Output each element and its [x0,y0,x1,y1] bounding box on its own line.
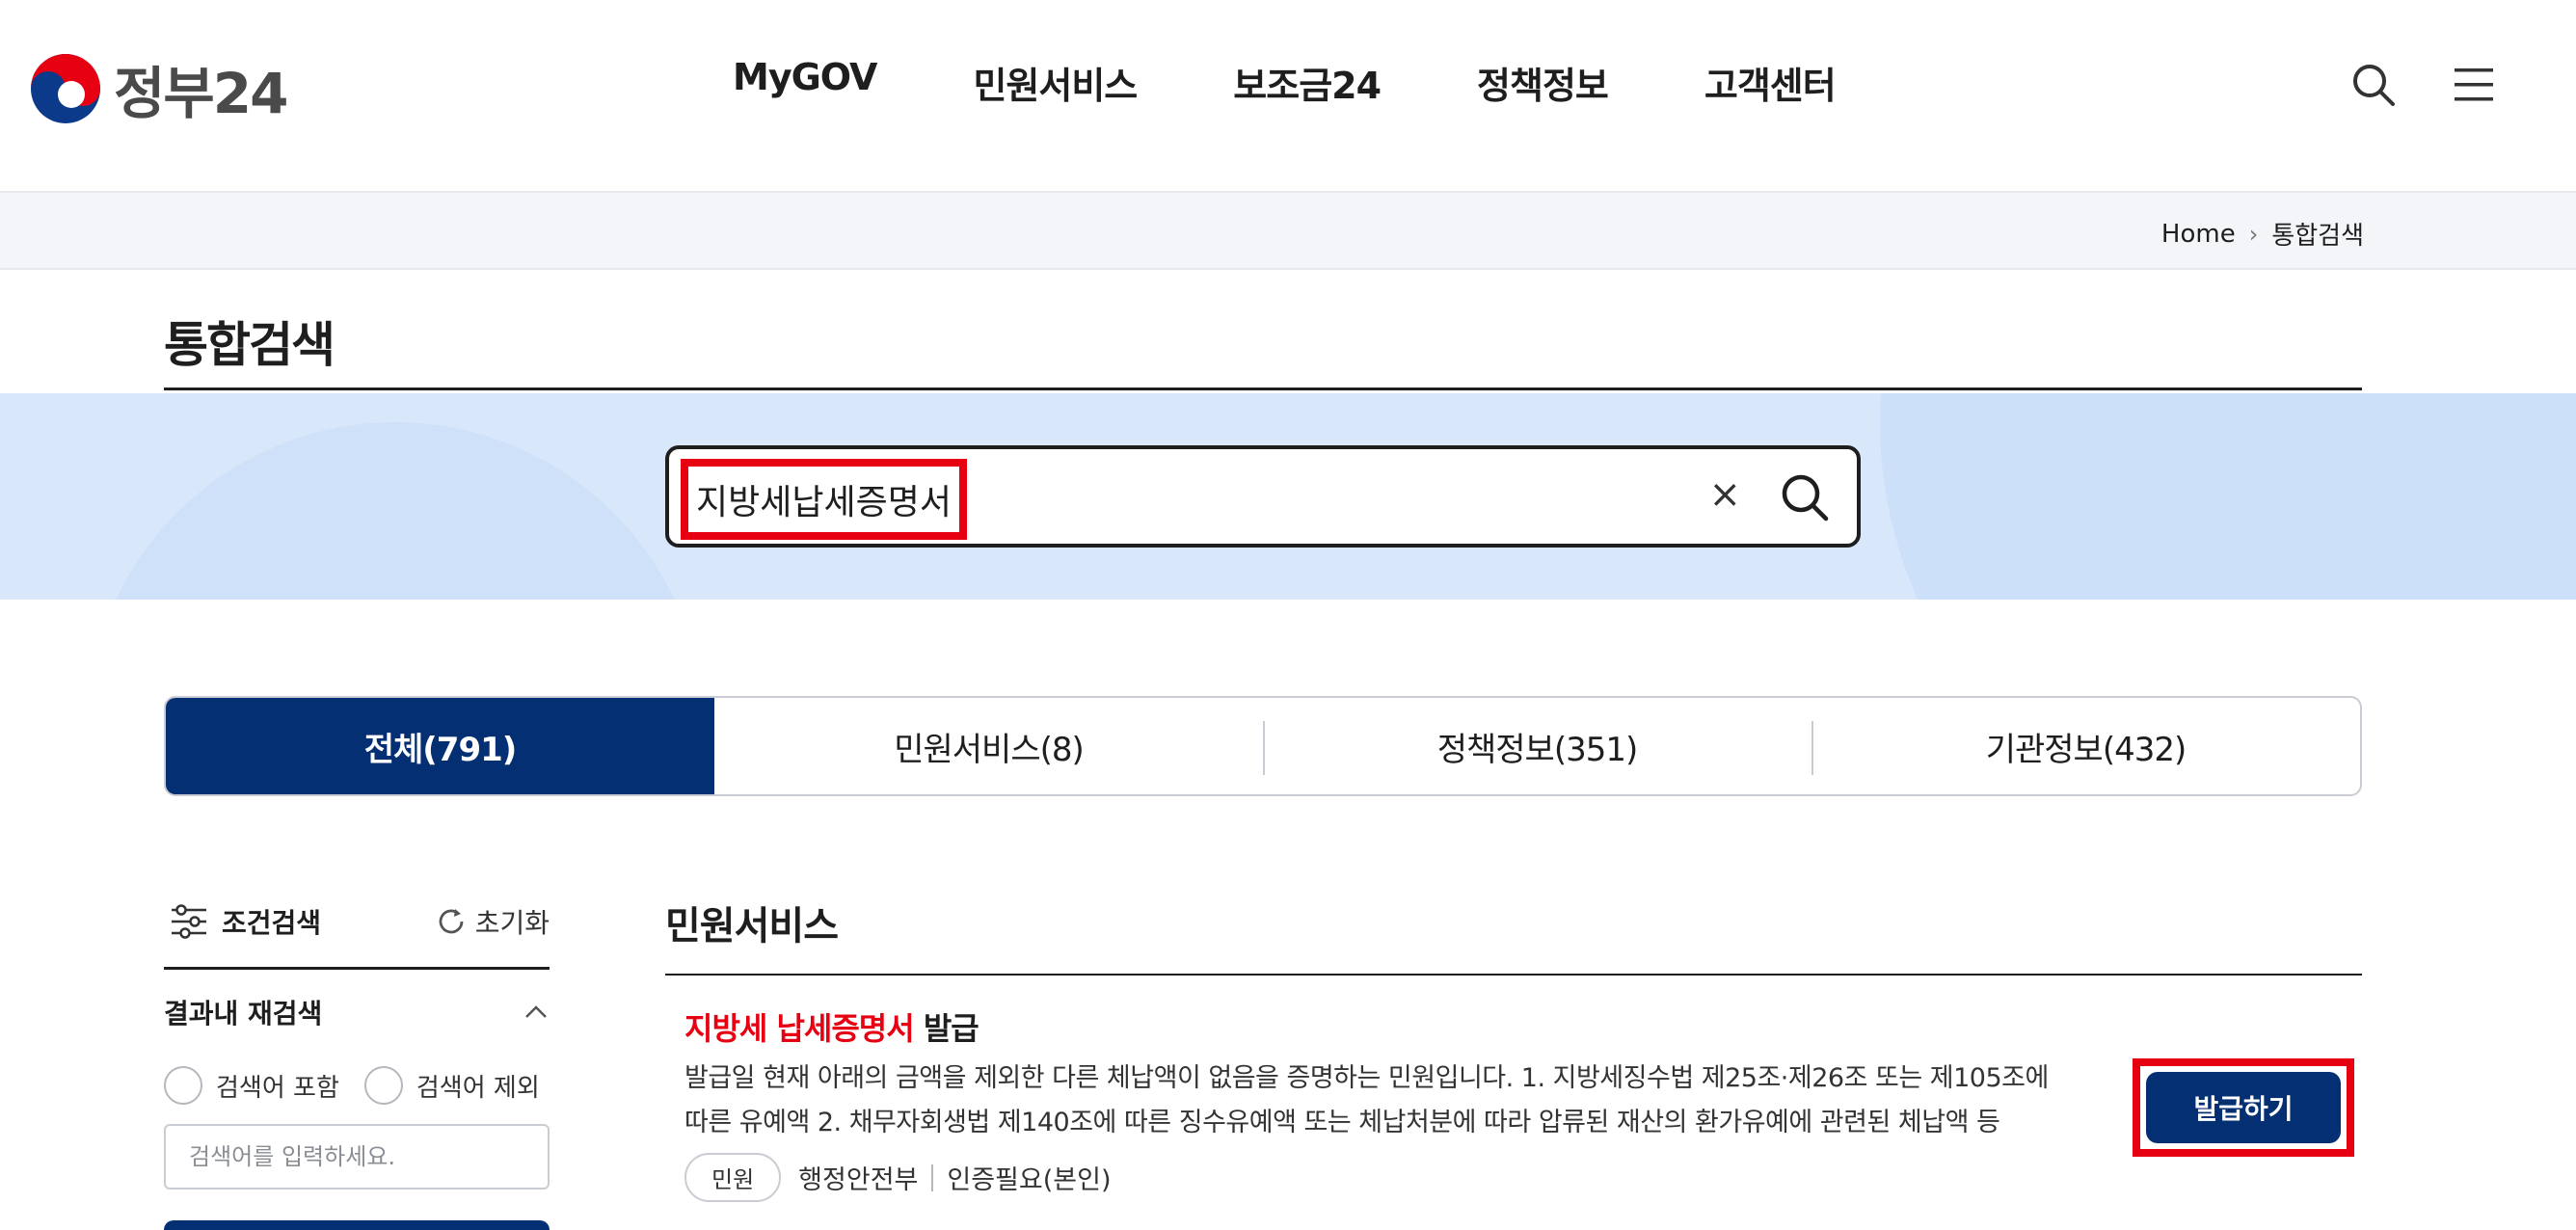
result-meta: 민원 행정안전부 인증필요(본인) [684,1153,1111,1202]
meta-divider [931,1163,934,1191]
breadcrumb-current: 통합검색 [2271,222,2364,251]
search-box[interactable]: 지방세납세증명서 × [665,445,1861,548]
header-search-button[interactable] [2348,60,2399,110]
decor-circle [1880,393,2576,600]
radio-exclude[interactable]: 검색어 제외 [363,1066,540,1105]
result-description: 발급일 현재 아래의 금액을 제외한 다른 체납액이 없음을 증명하는 민원입니… [684,1056,2092,1145]
reset-label: 초기화 [474,907,550,939]
nav-subsidy[interactable]: 보조금24 [1233,56,1382,109]
refine-search-input[interactable] [164,1124,550,1190]
nav-policy[interactable]: 정책정보 [1477,56,1609,109]
agency-label: 행정안전부 [798,1165,919,1195]
menu-icon [2455,68,2493,101]
filter-header: 조건검색 초기화 [164,896,550,970]
close-icon[interactable]: × [1708,472,1741,517]
result-desc-line: 발급일 현재 아래의 금액을 제외한 다른 체납액이 없음을 증명하는 민원입니… [684,1063,2049,1093]
search-band: 지방세납세증명서 × [0,393,2576,600]
chevron-up-icon [525,1005,547,1018]
nav-civil-service[interactable]: 민원서비스 [973,56,1138,109]
header-tools [2298,60,2499,110]
logo-text: 정부24 [114,61,288,126]
section-divider [665,974,2362,976]
tab-divider [1811,721,1813,775]
main-nav: MyGOV 민원서비스 보조금24 정책정보 고객센터 [733,56,1932,109]
nav-customer-center[interactable]: 고객센터 [1704,56,1837,109]
result-tabs: 전체(791) 민원서비스(8) 정책정보(351) 기관정보(432) [164,696,2362,796]
search-icon [2353,65,2395,106]
radio-circle [363,1066,403,1105]
filter-title: 조건검색 [170,902,321,941]
chevron-right-icon: › [2248,220,2259,248]
title-divider [164,388,2362,390]
tab-label: 민원서비스(8) [894,730,1085,769]
tab-civil-service[interactable]: 민원서비스(8) [714,698,1263,794]
taegeuk-logo-icon [31,54,100,123]
search-input-value[interactable]: 지방세납세증명서 [681,459,967,540]
result-desc-line: 따른 유예액 2. 채무자회생법 제140조에 따른 징수유예액 또는 체납처분… [684,1108,2000,1137]
issue-button-highlight: 발급하기 [2133,1058,2354,1157]
tab-label: 기관정보(432) [1985,730,2187,769]
reset-button[interactable]: 초기화 [435,902,550,941]
tab-divider [1263,721,1265,775]
refine-search-toggle[interactable]: 결과내 재검색 [164,993,550,1031]
breadcrumb-bar: Home › 통합검색 [0,193,2576,270]
breadcrumb-home[interactable]: Home [2161,220,2236,249]
tab-policy[interactable]: 정책정보(351) [1263,698,1811,794]
section-title: 민원서비스 [665,904,839,949]
tab-agency[interactable]: 기관정보(432) [1811,698,2360,794]
result-title-link[interactable]: 지방세 납세증명서 발급 [684,1004,979,1049]
auth-label: 인증필요(본인) [947,1165,1112,1195]
tab-all[interactable]: 전체(791) [166,698,714,794]
breadcrumb: Home › 통합검색 [2161,216,2364,252]
header-menu-button[interactable] [2449,60,2499,110]
tab-label: 전체(791) [363,730,518,769]
page-title: 통합검색 [164,317,335,373]
refine-search-button[interactable] [164,1220,550,1230]
site-header: 정부24 MyGOV 민원서비스 보조금24 정책정보 고객센터 [0,0,2576,193]
tab-label: 정책정보(351) [1436,730,1639,769]
result-title-highlight: 지방세 납세증명서 [684,1010,915,1047]
refine-search-title: 결과내 재검색 [164,998,323,1029]
result-title-rest: 발급 [913,1010,979,1047]
logo[interactable]: 정부24 [29,48,288,129]
refresh-icon [439,909,464,934]
filter-title-label: 조건검색 [222,907,322,939]
decor-circle [87,422,704,600]
radio-include-label: 검색어 포함 [216,1073,339,1103]
search-icon[interactable] [1778,470,1832,524]
category-tag: 민원 [684,1153,782,1202]
filter-sliders-icon [172,904,206,939]
radio-circle [164,1066,202,1105]
nav-mygov[interactable]: MyGOV [733,56,877,109]
refine-radio-group: 검색어 포함 검색어 제외 [164,1066,565,1105]
issue-button[interactable]: 발급하기 [2146,1072,2341,1143]
radio-include[interactable]: 검색어 포함 [164,1066,339,1105]
radio-exclude-label: 검색어 제외 [416,1073,540,1103]
